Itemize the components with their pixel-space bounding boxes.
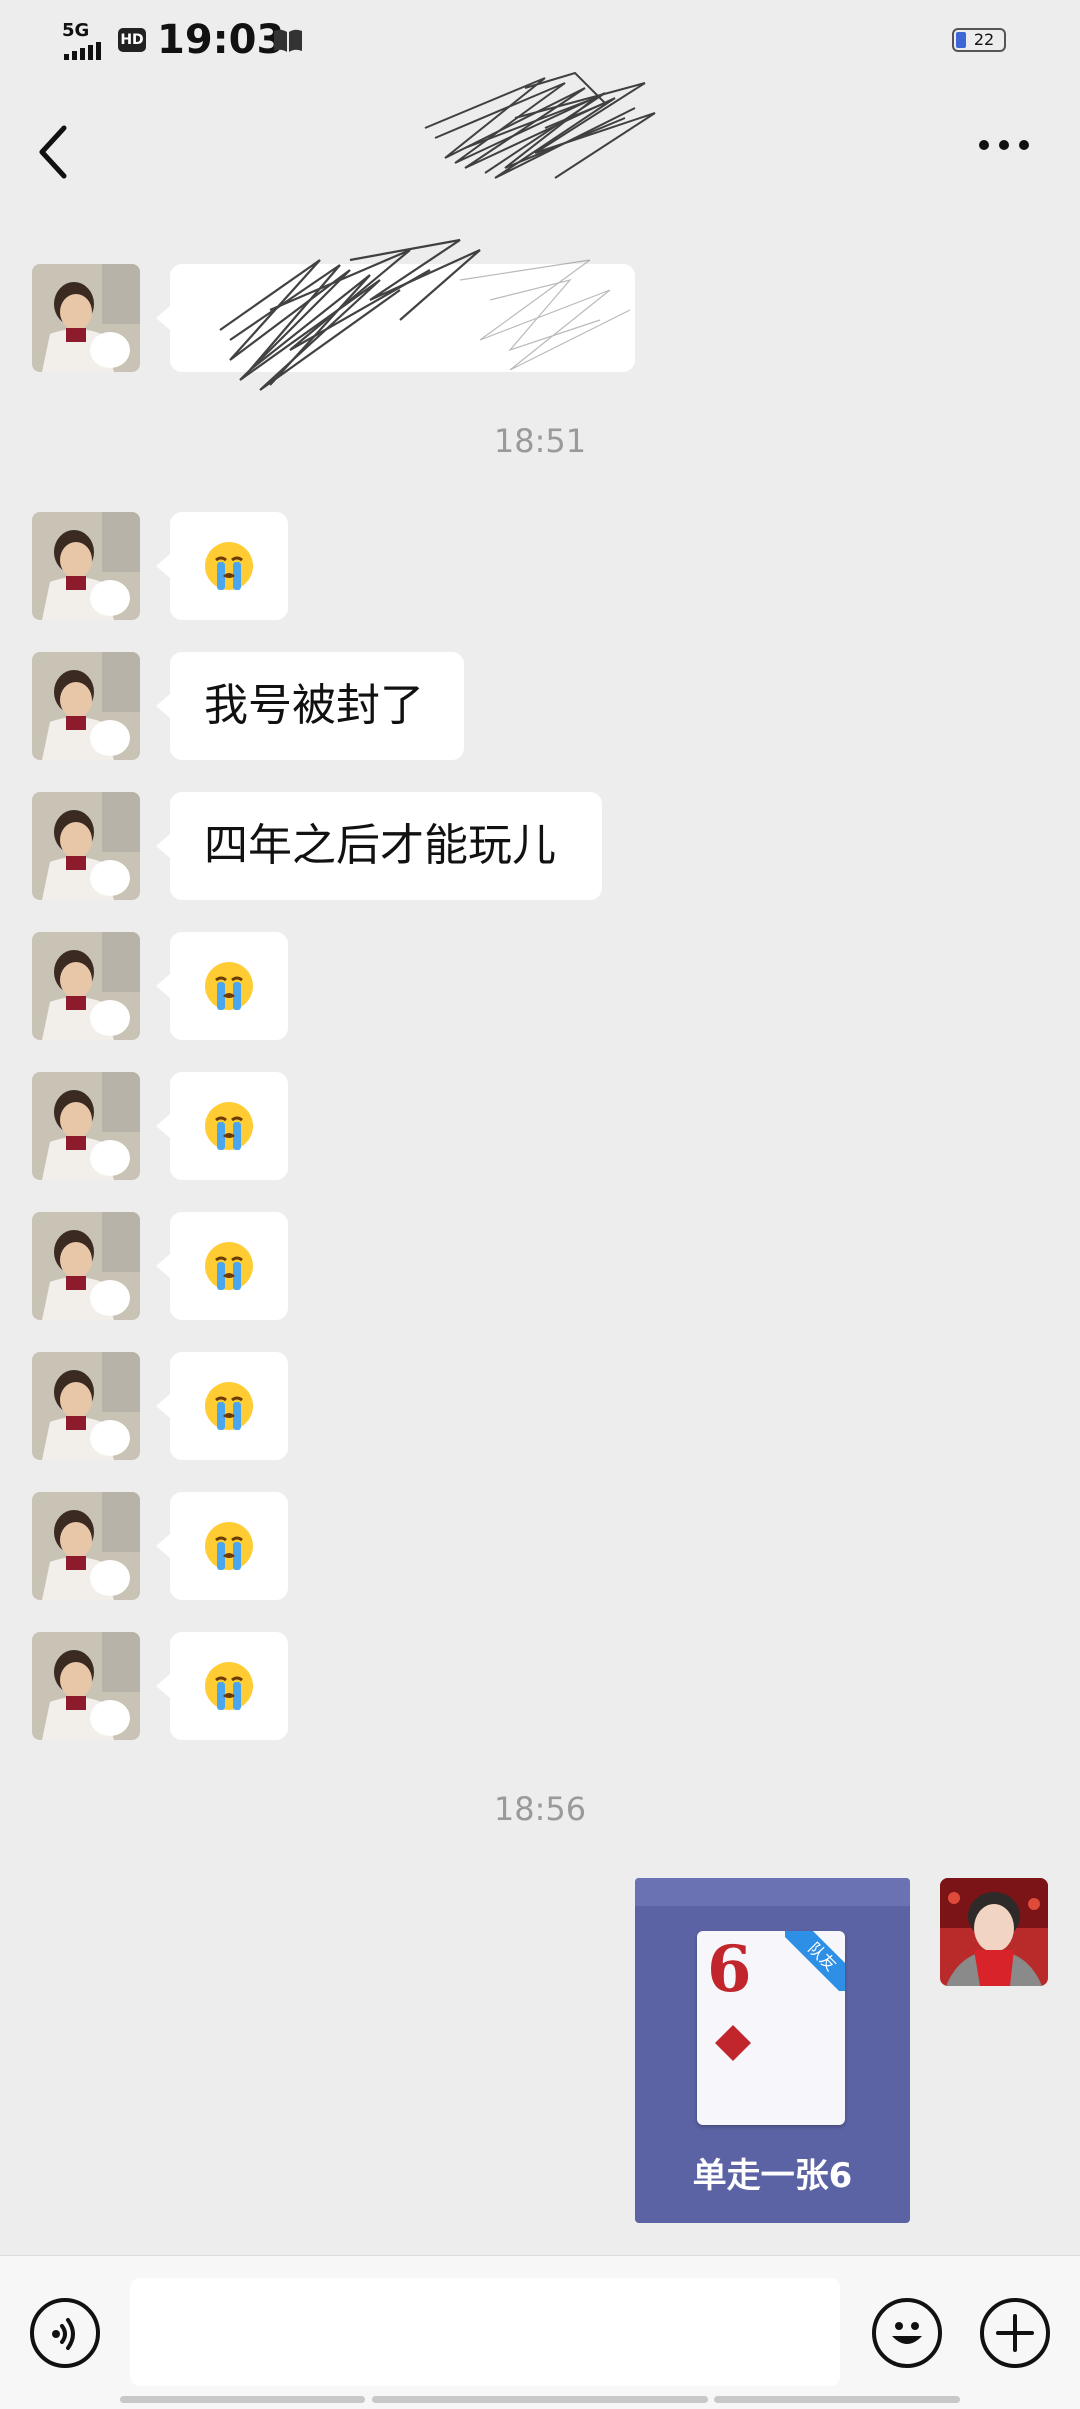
redaction-scribble [219, 238, 631, 391]
bubble-tail [156, 306, 170, 330]
chat-header [0, 71, 1080, 212]
avatar[interactable] [32, 1212, 140, 1320]
more-dots-icon[interactable] [978, 138, 1030, 152]
crying-emoji-icon [205, 1102, 253, 1150]
message-bubble[interactable] [170, 1632, 288, 1740]
book-icon [274, 29, 302, 52]
hd-badge: HD [118, 28, 146, 52]
avatar[interactable] [32, 1072, 140, 1180]
message-bubble[interactable] [170, 1072, 288, 1180]
bubble-tail [156, 694, 170, 718]
timestamp: 18:51 [493, 422, 587, 460]
bubble-tail [156, 554, 170, 578]
crying-emoji-icon [205, 1662, 253, 1710]
message-bubble[interactable]: 四年之后才能玩儿 [170, 792, 602, 900]
message-input[interactable] [130, 2278, 840, 2386]
crying-emoji-icon [205, 1522, 253, 1570]
back-chevron-icon[interactable] [36, 124, 70, 180]
bubble-tail [156, 834, 170, 858]
battery-icon: 22 [952, 28, 1006, 52]
diamond-suit-icon [715, 2025, 751, 2061]
crying-emoji-icon [205, 542, 253, 590]
bubble-tail [156, 1254, 170, 1278]
message-text: 我号被封了 [204, 680, 424, 731]
bubble-tail [156, 1394, 170, 1418]
signal-indicator: 5G [62, 20, 101, 60]
signal-bars-icon [64, 42, 101, 60]
teammate-tag: 队友 [785, 1931, 845, 1991]
avatar[interactable] [32, 932, 140, 1040]
message-bubble[interactable]: 我号被封了 [170, 652, 464, 760]
avatar[interactable] [32, 512, 140, 620]
crying-emoji-icon [205, 1382, 253, 1430]
more-button[interactable] [980, 2298, 1050, 2368]
bubble-tail [156, 1114, 170, 1138]
voice-button[interactable] [30, 2298, 100, 2368]
plus-icon [996, 2314, 1034, 2352]
home-indicator [714, 2396, 960, 2403]
message-text: 四年之后才能玩儿 [204, 820, 556, 871]
message-bubble[interactable] [170, 1212, 288, 1320]
message-bubble[interactable] [170, 932, 288, 1040]
avatar[interactable] [32, 792, 140, 900]
emoji-button[interactable] [872, 2298, 942, 2368]
my-avatar[interactable] [940, 1878, 1048, 1986]
card-caption: 单走一张6 [692, 2156, 853, 2196]
avatar[interactable] [32, 1632, 140, 1740]
card-rank: 6 [707, 1932, 752, 2007]
emoji-icon [892, 2322, 922, 2344]
network-label: 5G [62, 20, 90, 41]
avatar[interactable] [32, 652, 140, 760]
redaction-scribble [424, 71, 656, 179]
crying-emoji-icon [205, 962, 253, 1010]
bubble-tail [156, 1534, 170, 1558]
clock: 19:03 [157, 17, 285, 63]
home-indicator [120, 2396, 365, 2403]
voice-icon [52, 2318, 75, 2350]
playing-card: 6 队友 [697, 1931, 845, 2125]
message-bubble[interactable] [170, 1492, 288, 1600]
avatar[interactable] [32, 1492, 140, 1600]
home-indicator [372, 2396, 708, 2403]
avatar[interactable] [32, 1352, 140, 1460]
bubble-tail [156, 974, 170, 998]
bubble-tail [156, 1674, 170, 1698]
message-bubble[interactable] [170, 1352, 288, 1460]
crying-emoji-icon [205, 1242, 253, 1290]
avatar[interactable] [32, 264, 140, 372]
battery-level: 22 [973, 30, 995, 49]
message-bubble[interactable] [170, 512, 288, 620]
timestamp: 18:56 [493, 1790, 587, 1828]
image-message[interactable]: 6 队友 单走一张6 [635, 1878, 910, 2223]
